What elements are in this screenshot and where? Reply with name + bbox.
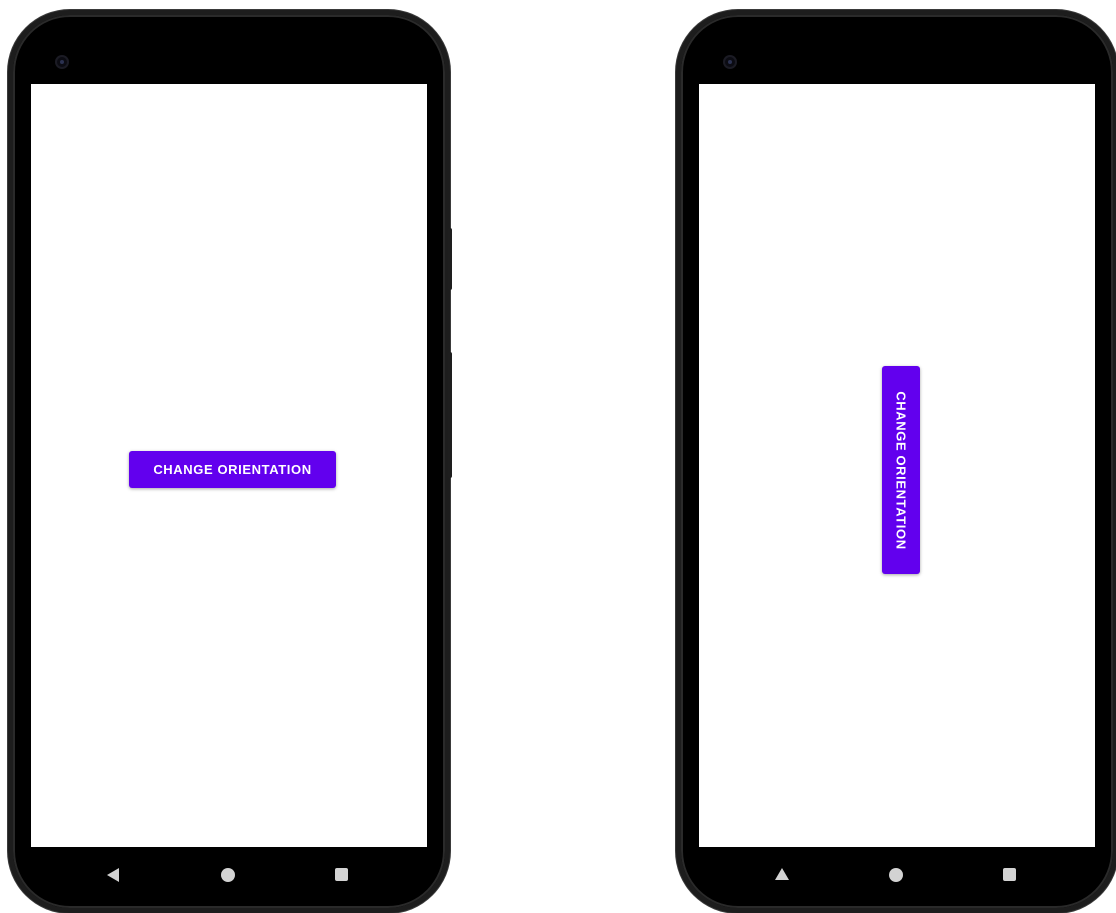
change-orientation-button[interactable]: CHANGE ORIENTATION [129,451,336,488]
navigation-bar [699,847,1095,905]
home-icon[interactable] [889,868,903,882]
home-icon[interactable] [221,868,235,882]
change-orientation-label: CHANGE ORIENTATION [153,462,312,477]
front-camera-icon [57,57,67,67]
app-screen: CHANGE ORIENTATION [699,84,1095,847]
back-icon[interactable] [775,868,789,880]
phone-rotated: CHANGE ORIENTATION [676,10,1116,913]
back-icon[interactable] [107,868,119,882]
phone-portrait: CHANGE ORIENTATION [8,10,450,913]
recents-icon[interactable] [335,868,348,881]
volume-key [448,228,452,290]
change-orientation-label: CHANGE ORIENTATION [893,390,909,550]
app-screen: CHANGE ORIENTATION [31,84,427,847]
navigation-bar [31,847,427,905]
front-camera-icon [725,57,735,67]
recents-icon[interactable] [1003,868,1016,881]
power-key [448,352,452,478]
change-orientation-button[interactable]: CHANGE ORIENTATION [882,366,920,574]
